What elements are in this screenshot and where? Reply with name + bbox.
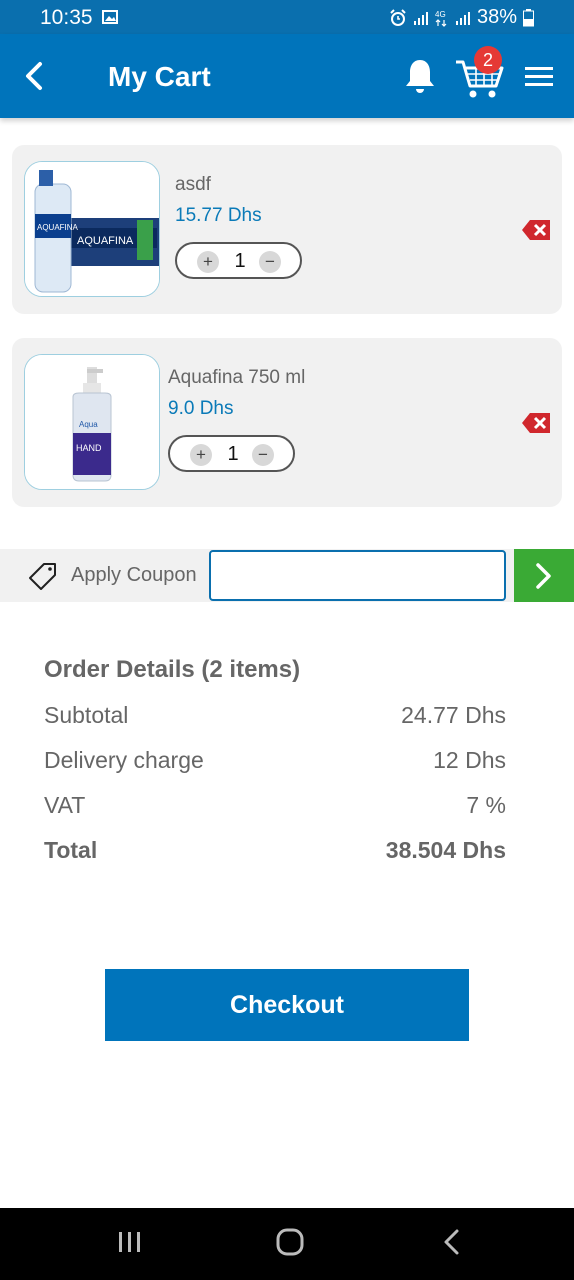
status-bar: 10:35 4G 38%: [0, 0, 574, 34]
product-image-water-bottles[interactable]: AQUAFINA AQUAFINA: [24, 161, 160, 297]
item-price: 9.0 Dhs: [168, 398, 234, 419]
increase-quantity-button[interactable]: +: [190, 444, 212, 466]
svg-text:4G: 4G: [435, 10, 446, 19]
image-icon: [102, 10, 118, 24]
svg-text:Aqua: Aqua: [79, 420, 98, 429]
decrease-quantity-button[interactable]: −: [252, 444, 274, 466]
subtotal-value: 24.77 Dhs: [401, 702, 506, 728]
system-nav-bar: [0, 1208, 574, 1280]
total-value: 38.504 Dhs: [385, 837, 506, 863]
cart-item: Aqua HAND Aquafina 750 ml 9.0 Dhs + 1 −: [12, 338, 562, 507]
chevron-right-icon: [536, 563, 551, 589]
checkout-button[interactable]: Checkout: [105, 969, 469, 1041]
coupon-section: Apply Coupon: [0, 549, 574, 602]
decrease-quantity-button[interactable]: −: [259, 251, 281, 273]
apply-coupon-button[interactable]: [514, 549, 574, 602]
4g-icon: 4G: [435, 10, 447, 27]
item-name: Aquafina 750 ml: [168, 367, 306, 388]
battery-percent: 38%: [476, 6, 517, 28]
vat-label: VAT: [44, 792, 86, 818]
vat-value: 7 %: [466, 792, 506, 818]
vat-row: VAT 7 %: [44, 792, 506, 822]
cart-count-badge: 2: [474, 46, 502, 74]
status-indicators: 4G 38%: [389, 6, 534, 29]
signal-icon: [413, 11, 428, 25]
subtotal-label: Subtotal: [44, 702, 129, 728]
remove-item-icon[interactable]: [522, 411, 552, 435]
item-price: 15.77 Dhs: [175, 205, 262, 226]
page-title: My Cart: [108, 61, 211, 92]
delivery-charge-value: 12 Dhs: [433, 747, 506, 773]
product-image-hand-sanitizer[interactable]: Aqua HAND: [24, 354, 160, 490]
svg-text:AQUAFINA: AQUAFINA: [77, 235, 134, 247]
recent-apps-icon[interactable]: [116, 1228, 144, 1256]
coupon-input[interactable]: [209, 550, 506, 601]
tag-icon: [29, 563, 56, 590]
home-icon[interactable]: [274, 1226, 306, 1258]
alarm-icon: [390, 8, 406, 26]
svg-text:HAND: HAND: [76, 443, 102, 453]
total-row: Total 38.504 Dhs: [44, 837, 506, 867]
back-arrow-icon[interactable]: [18, 58, 54, 94]
subtotal-row: Subtotal 24.77 Dhs: [44, 702, 506, 732]
quantity-value: 1: [234, 250, 246, 272]
order-details-title: Order Details (2 items): [44, 656, 301, 683]
back-icon[interactable]: [440, 1228, 464, 1256]
menu-icon[interactable]: [522, 64, 556, 90]
quantity-stepper: + 1 −: [175, 242, 302, 279]
increase-quantity-button[interactable]: +: [197, 251, 219, 273]
delivery-charge-row: Delivery charge 12 Dhs: [44, 747, 506, 777]
signal-icon-2: [455, 11, 470, 25]
status-time: 10:35: [40, 6, 93, 29]
quantity-stepper: + 1 −: [168, 435, 295, 472]
coupon-label: Apply Coupon: [71, 564, 197, 586]
cart-item: AQUAFINA AQUAFINA asdf 15.77 Dhs + 1 −: [12, 145, 562, 314]
svg-text:AQUAFINA: AQUAFINA: [37, 223, 79, 232]
bell-icon[interactable]: [402, 56, 438, 96]
item-name: asdf: [175, 174, 211, 195]
remove-item-icon[interactable]: [522, 218, 552, 242]
quantity-value: 1: [227, 443, 239, 465]
total-label: Total: [44, 837, 98, 863]
delivery-charge-label: Delivery charge: [44, 747, 204, 773]
battery-icon: [523, 8, 534, 26]
app-bar: My Cart 2: [0, 34, 574, 118]
